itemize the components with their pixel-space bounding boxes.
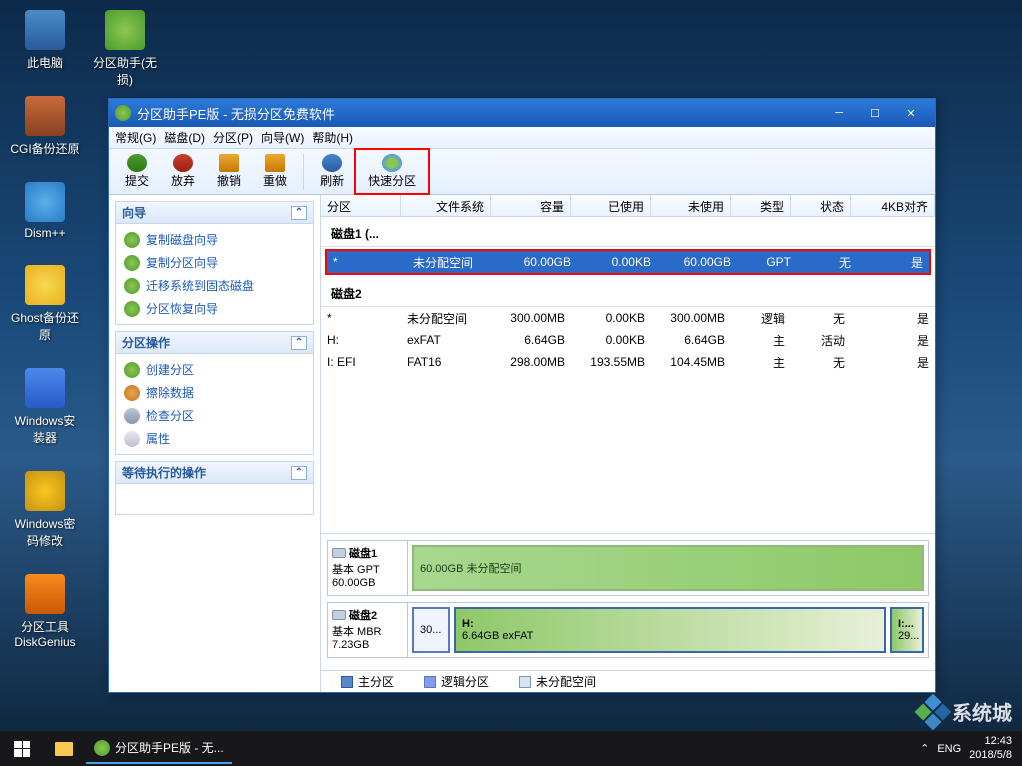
toolbar-放弃[interactable]: 放弃 bbox=[161, 152, 205, 191]
window-title: 分区助手PE版 - 无损分区免费软件 bbox=[137, 104, 335, 123]
desktop-icon[interactable]: 分区助手(无损) bbox=[90, 10, 160, 88]
wizard-panel: 向导 ⌃ 复制磁盘向导复制分区向导迁移系统到固态磁盘分区恢复向导 bbox=[115, 201, 314, 325]
taskbar[interactable]: 分区助手PE版 - 无... ⌃ ENG 12:43 2018/5/8 bbox=[0, 731, 1022, 766]
menubar: 常规(G) 磁盘(D) 分区(P) 向导(W) 帮助(H) bbox=[109, 127, 935, 149]
menu-item[interactable]: 磁盘(D) bbox=[164, 129, 205, 146]
op-link[interactable]: 创建分区 bbox=[118, 358, 311, 381]
main-area: 分区文件系统容量已使用未使用类型状态4KB对齐 磁盘1 (... *未分配空间60… bbox=[320, 195, 935, 692]
disk-visual-area: 磁盘1基本 GPT60.00GB60.00GB 未分配空间磁盘2基本 MBR7.… bbox=[321, 533, 935, 670]
collapse-icon[interactable]: ⌃ bbox=[291, 336, 307, 350]
legend-primary: 主分区 bbox=[358, 673, 394, 690]
grid-header: 分区文件系统容量已使用未使用类型状态4KB对齐 bbox=[321, 195, 935, 217]
pending-panel: 等待执行的操作 ⌃ bbox=[115, 461, 314, 515]
desktop-icon[interactable]: 此电脑 bbox=[10, 10, 80, 71]
column-header[interactable]: 类型 bbox=[731, 195, 791, 216]
file-explorer-icon[interactable] bbox=[44, 734, 84, 764]
pending-title: 等待执行的操作 bbox=[122, 464, 206, 481]
legend: 主分区 逻辑分区 未分配空间 bbox=[321, 670, 935, 692]
minimize-button[interactable]: ─ bbox=[821, 102, 857, 124]
legend-unallocated: 未分配空间 bbox=[536, 673, 596, 690]
start-button[interactable] bbox=[0, 731, 44, 766]
column-header[interactable]: 未使用 bbox=[651, 195, 731, 216]
close-button[interactable]: ✕ bbox=[893, 102, 929, 124]
partition-row[interactable]: *未分配空间300.00MB0.00KB300.00MB逻辑无是 bbox=[321, 307, 935, 329]
app-window: 分区助手PE版 - 无损分区免费软件 ─ ☐ ✕ 常规(G) 磁盘(D) 分区(P)… bbox=[108, 98, 936, 693]
toolbar-重做[interactable]: 重做 bbox=[253, 152, 297, 191]
toolbar-撤销[interactable]: 撤销 bbox=[207, 152, 251, 191]
disk-visual[interactable]: 磁盘2基本 MBR7.23GB30...H:6.64GB exFATI:...2… bbox=[327, 602, 929, 658]
menu-item[interactable]: 向导(W) bbox=[261, 129, 304, 146]
desktop-icon[interactable]: Ghost备份还原 bbox=[10, 265, 80, 343]
partition-block[interactable]: H:6.64GB exFAT bbox=[454, 607, 886, 653]
system-tray[interactable]: ⌃ ENG 12:43 2018/5/8 bbox=[910, 735, 1022, 761]
wizard-link[interactable]: 迁移系统到固态磁盘 bbox=[118, 274, 311, 297]
desktop-icon[interactable]: Windows密码修改 bbox=[10, 471, 80, 549]
wizard-link[interactable]: 分区恢复向导 bbox=[118, 297, 311, 320]
toolbar-快速分区[interactable]: 快速分区 bbox=[354, 148, 430, 195]
partition-block[interactable]: I:...29... bbox=[890, 607, 924, 653]
menu-item[interactable]: 分区(P) bbox=[213, 129, 253, 146]
column-header[interactable]: 分区 bbox=[321, 195, 401, 216]
collapse-icon[interactable]: ⌃ bbox=[291, 206, 307, 220]
op-link[interactable]: 擦除数据 bbox=[118, 381, 311, 404]
wizard-link[interactable]: 复制分区向导 bbox=[118, 251, 311, 274]
partition-block[interactable]: 30... bbox=[412, 607, 450, 653]
sidebar: 向导 ⌃ 复制磁盘向导复制分区向导迁移系统到固态磁盘分区恢复向导 分区操作 ⌃ 创建… bbox=[109, 195, 320, 692]
column-header[interactable]: 4KB对齐 bbox=[851, 195, 935, 216]
app-icon bbox=[115, 105, 131, 121]
clock-time[interactable]: 12:43 bbox=[969, 735, 1012, 748]
toolbar: 提交放弃撤销重做刷新快速分区 bbox=[109, 149, 935, 195]
ops-title: 分区操作 bbox=[122, 334, 170, 351]
column-header[interactable]: 状态 bbox=[791, 195, 851, 216]
collapse-icon[interactable]: ⌃ bbox=[291, 466, 307, 480]
desktop-icon[interactable]: Dism++ bbox=[10, 182, 80, 240]
wizard-link[interactable]: 复制磁盘向导 bbox=[118, 228, 311, 251]
partition-list: 磁盘1 (... *未分配空间60.00GB0.00KB60.00GBGPT无是磁… bbox=[321, 217, 935, 533]
ops-panel: 分区操作 ⌃ 创建分区擦除数据检查分区属性 bbox=[115, 331, 314, 455]
partition-row[interactable]: H:exFAT6.64GB0.00KB6.64GB主活动是 bbox=[321, 329, 935, 351]
language-indicator[interactable]: ENG bbox=[937, 743, 961, 755]
partition-row[interactable]: *未分配空间60.00GB0.00KB60.00GBGPT无是 bbox=[327, 251, 929, 273]
disk-visual[interactable]: 磁盘1基本 GPT60.00GB60.00GB 未分配空间 bbox=[327, 540, 929, 596]
watermark: 系统城 bbox=[920, 697, 1012, 726]
tray-up-icon[interactable]: ⌃ bbox=[920, 742, 929, 755]
menu-item[interactable]: 常规(G) bbox=[115, 129, 156, 146]
desktop-icon[interactable]: Windows安装器 bbox=[10, 368, 80, 446]
column-header[interactable]: 文件系统 bbox=[401, 195, 491, 216]
toolbar-刷新[interactable]: 刷新 bbox=[310, 152, 354, 191]
taskbar-app[interactable]: 分区助手PE版 - 无... bbox=[86, 734, 232, 764]
titlebar[interactable]: 分区助手PE版 - 无损分区免费软件 ─ ☐ ✕ bbox=[109, 99, 935, 127]
op-link[interactable]: 属性 bbox=[118, 427, 311, 450]
menu-item[interactable]: 帮助(H) bbox=[312, 129, 353, 146]
legend-logical: 逻辑分区 bbox=[441, 673, 489, 690]
desktop-icon[interactable]: 分区工具DiskGenius bbox=[10, 574, 80, 649]
maximize-button[interactable]: ☐ bbox=[857, 102, 893, 124]
partition-block[interactable]: 60.00GB 未分配空间 bbox=[412, 545, 924, 591]
op-link[interactable]: 检查分区 bbox=[118, 404, 311, 427]
disk-label: 磁盘1 (... bbox=[321, 217, 935, 247]
partition-row[interactable]: I: EFIFAT16298.00MB193.55MB104.45MB主无是 bbox=[321, 351, 935, 373]
desktop-icon[interactable]: CGI备份还原 bbox=[10, 96, 80, 157]
wizard-title: 向导 bbox=[122, 204, 146, 221]
disk-label: 磁盘2 bbox=[321, 277, 935, 307]
column-header[interactable]: 已使用 bbox=[571, 195, 651, 216]
column-header[interactable]: 容量 bbox=[491, 195, 571, 216]
toolbar-提交[interactable]: 提交 bbox=[115, 152, 159, 191]
clock-date[interactable]: 2018/5/8 bbox=[969, 749, 1012, 762]
